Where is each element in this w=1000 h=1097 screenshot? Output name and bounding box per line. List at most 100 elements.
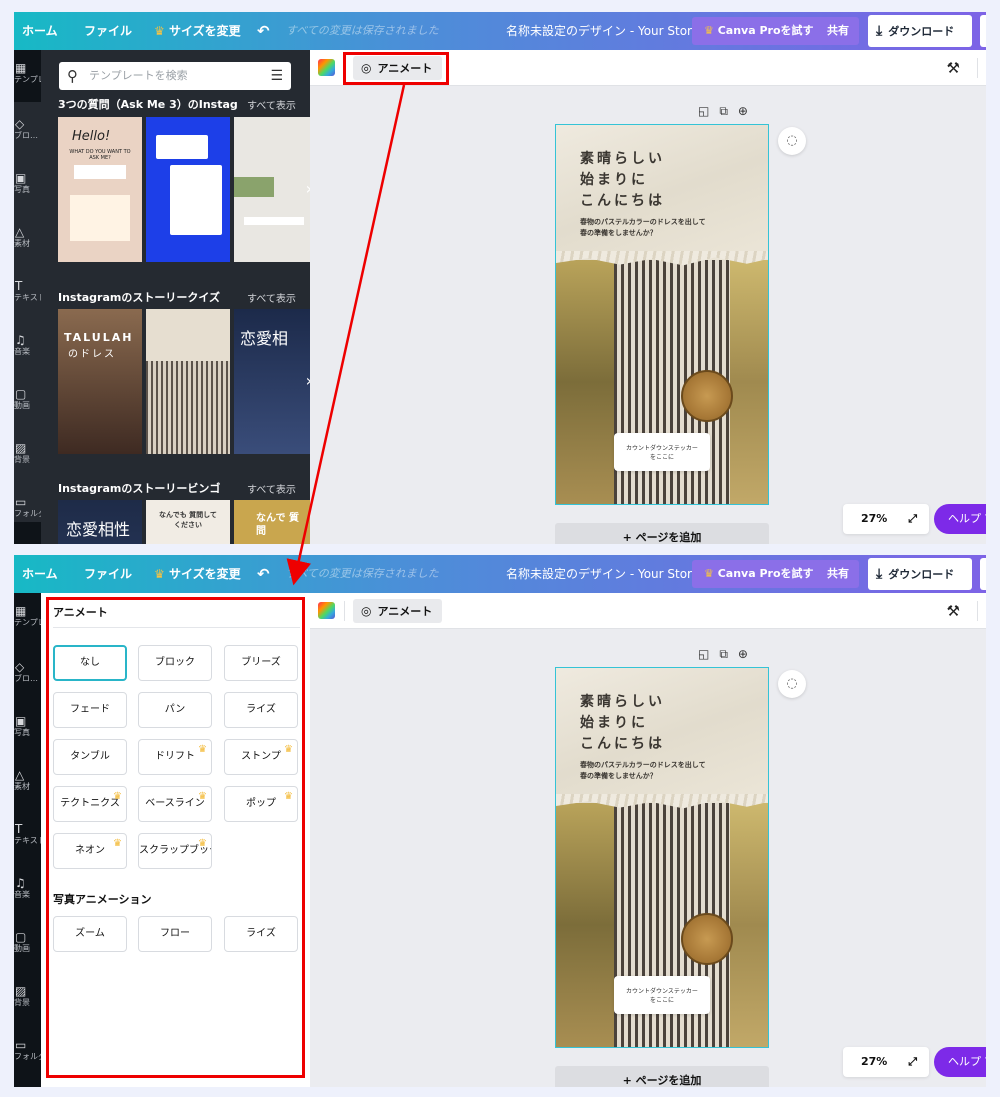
- comment-icon[interactable]: ◌: [778, 670, 806, 698]
- template-thumbnail[interactable]: ›: [234, 117, 310, 262]
- photos-icon: ▣: [15, 714, 27, 728]
- resize-button[interactable]: ♛ サイズを変更: [154, 555, 241, 593]
- video-icon: ▢: [15, 387, 27, 401]
- download-button[interactable]: ⤓ ダウンロード: [868, 558, 972, 590]
- rail-item-templates[interactable]: ▦テンプレ…: [14, 605, 41, 628]
- text-icon: T: [15, 279, 23, 293]
- countdown-sticker-placeholder[interactable]: カウントダウンステッカー をここに: [614, 976, 710, 1014]
- duplicate-icon[interactable]: ⧉: [719, 647, 738, 661]
- design-page[interactable]: 素晴らしい 始まりに こんにちは 春物のパステルカラーのドレスを出して 春の準備…: [555, 667, 769, 1048]
- rail-item-video[interactable]: ▢ 動画: [14, 388, 41, 411]
- section-title: Instagramのストーリービンゴ: [58, 482, 221, 495]
- filter-icon[interactable]: ☰: [270, 62, 283, 90]
- share-button[interactable]: 共有: [817, 560, 859, 588]
- zoom-control[interactable]: 27% ⤢: [843, 504, 929, 534]
- resize-button[interactable]: ♛ サイズを変更: [154, 12, 241, 50]
- share-button[interactable]: 共有: [817, 17, 859, 45]
- more-button[interactable]: [980, 15, 986, 47]
- design-subcopy[interactable]: 春物のパステルカラーのドレスを出して 春の準備をしませんか？: [580, 760, 706, 782]
- help-button[interactable]: ヘルプ ?: [934, 1047, 986, 1077]
- rail-item-folders[interactable]: ▭フォルダー: [14, 496, 41, 519]
- template-thumbnail[interactable]: なんで 質問: [234, 500, 310, 544]
- design-headline[interactable]: 素晴らしい 始まりに こんにちは: [580, 692, 665, 755]
- template-thumbnail[interactable]: TALULAH のドレス: [58, 309, 142, 454]
- rail-item-brand[interactable]: ◇ ブロ…: [14, 118, 41, 141]
- bag-image: [681, 913, 733, 965]
- design-page[interactable]: 素晴らしい 始まりに こんにちは 春物のパステルカラーのドレスを出して 春の準備…: [555, 124, 769, 505]
- home-button[interactable]: ホーム: [22, 555, 58, 593]
- expand-icon[interactable]: ⤢: [908, 1047, 917, 1077]
- rail-item-background[interactable]: ▨ 背景: [14, 985, 41, 1008]
- see-all-link[interactable]: すべて表示: [247, 290, 296, 305]
- side-rail: ▦テンプレ… ◇ブロ… ▣写真 △素材 Tテキスト ♫音楽 ▢動画 ▨背景 ▭フ…: [14, 593, 41, 1087]
- crown-icon: ♛: [704, 567, 714, 580]
- background-color-button[interactable]: [318, 602, 335, 619]
- section-title: Instagramのストーリークイズ: [58, 291, 221, 304]
- rail-item-templates[interactable]: ▦テンプレ…: [14, 62, 41, 85]
- template-row: TALULAH のドレス 恋愛相 ›: [58, 309, 310, 454]
- template-row: 恋愛相性 なんでも 質問してください なんで 質問: [58, 500, 310, 544]
- elements-icon: △: [15, 768, 25, 782]
- design-subcopy[interactable]: 春物のパステルカラーのドレスを出して 春の準備をしませんか？: [580, 217, 706, 239]
- background-icon: ▨: [15, 984, 27, 998]
- rail-item-text[interactable]: Tテキスト: [14, 280, 41, 303]
- page-tools: ◱⧉⊕: [698, 647, 758, 662]
- design-title[interactable]: 名称未設定のデザイン - Your Story: [506, 12, 699, 50]
- more-button[interactable]: [980, 558, 986, 590]
- comment-icon[interactable]: ◌: [778, 127, 806, 155]
- template-thumbnail[interactable]: [146, 117, 230, 262]
- see-all-link[interactable]: すべて表示: [247, 97, 296, 112]
- file-menu[interactable]: ファイル: [84, 12, 132, 50]
- template-search-input[interactable]: ⚲ テンプレートを検索 ☰: [59, 62, 291, 90]
- help-button[interactable]: ヘルプ ?: [934, 504, 986, 534]
- rail-item-text[interactable]: Tテキスト: [14, 823, 41, 846]
- download-button[interactable]: ⤓ ダウンロード: [868, 15, 972, 47]
- expand-icon[interactable]: ⤢: [908, 504, 917, 534]
- animate-button[interactable]: ◎ アニメート: [353, 599, 443, 623]
- rail-item-video[interactable]: ▢ 動画: [14, 931, 41, 954]
- note-icon[interactable]: ◱: [698, 104, 719, 118]
- undo-icon[interactable]: ↶: [257, 12, 270, 50]
- home-button[interactable]: ホーム: [22, 12, 58, 50]
- rail-item-elements[interactable]: △ 素材: [14, 769, 41, 792]
- template-thumbnail[interactable]: Hello! WHAT DO YOU WANT TO ASK ME?: [58, 117, 142, 262]
- template-row: Hello! WHAT DO YOU WANT TO ASK ME? ›: [58, 117, 310, 262]
- music-icon: ♫: [15, 333, 26, 347]
- save-status: すべての変更は保存されました: [286, 24, 439, 37]
- duplicate-icon[interactable]: ⧉: [719, 104, 738, 118]
- animate-icon: ◎: [361, 604, 372, 618]
- download-icon: ⤓: [876, 23, 883, 39]
- add-page-button[interactable]: + ページを追加: [555, 523, 769, 544]
- rail-item-background[interactable]: ▨ 背景: [14, 442, 41, 465]
- templates-panel: ⚲ テンプレートを検索 ☰ 3つの質問（Ask Me 3）のInstagra… …: [41, 50, 310, 544]
- rail-item-elements[interactable]: △ 素材: [14, 226, 41, 249]
- countdown-sticker-placeholder[interactable]: カウントダウンステッカー をここに: [614, 433, 710, 471]
- undo-icon[interactable]: ↶: [257, 555, 270, 593]
- rail-item-brand[interactable]: ◇ ブロ…: [14, 661, 41, 684]
- template-thumbnail[interactable]: 恋愛相性: [58, 500, 142, 544]
- rail-item-photos[interactable]: ▣ 写真: [14, 715, 41, 738]
- add-page-icon[interactable]: ⊕: [738, 104, 758, 118]
- note-icon[interactable]: ◱: [698, 647, 719, 661]
- add-page-icon[interactable]: ⊕: [738, 647, 758, 661]
- background-color-button[interactable]: [318, 59, 335, 76]
- rail-item-music[interactable]: ♫ 音楽: [14, 877, 41, 900]
- crown-icon: ♛: [704, 24, 714, 37]
- rail-item-music[interactable]: ♫ 音楽: [14, 334, 41, 357]
- paint-roller-icon[interactable]: ⚒: [947, 56, 960, 80]
- rail-item-folders[interactable]: ▭フォルダー: [14, 1039, 41, 1062]
- template-thumbnail[interactable]: 恋愛相 ›: [234, 309, 310, 454]
- try-pro-button[interactable]: ♛ Canva Proを試す: [692, 17, 826, 45]
- template-thumbnail[interactable]: なんでも 質問してください: [146, 500, 230, 544]
- zoom-control[interactable]: 27% ⤢: [843, 1047, 929, 1077]
- see-all-link[interactable]: すべて表示: [247, 481, 296, 496]
- rail-item-photos[interactable]: ▣ 写真: [14, 172, 41, 195]
- design-headline[interactable]: 素晴らしい 始まりに こんにちは: [580, 149, 665, 212]
- search-icon: ⚲: [67, 67, 78, 85]
- design-title[interactable]: 名称未設定のデザイン - Your Story: [506, 555, 699, 593]
- try-pro-button[interactable]: ♛ Canva Proを試す: [692, 560, 826, 588]
- file-menu[interactable]: ファイル: [84, 555, 132, 593]
- template-thumbnail[interactable]: [146, 309, 230, 454]
- paint-roller-icon[interactable]: ⚒: [947, 599, 960, 623]
- add-page-button[interactable]: + ページを追加: [555, 1066, 769, 1087]
